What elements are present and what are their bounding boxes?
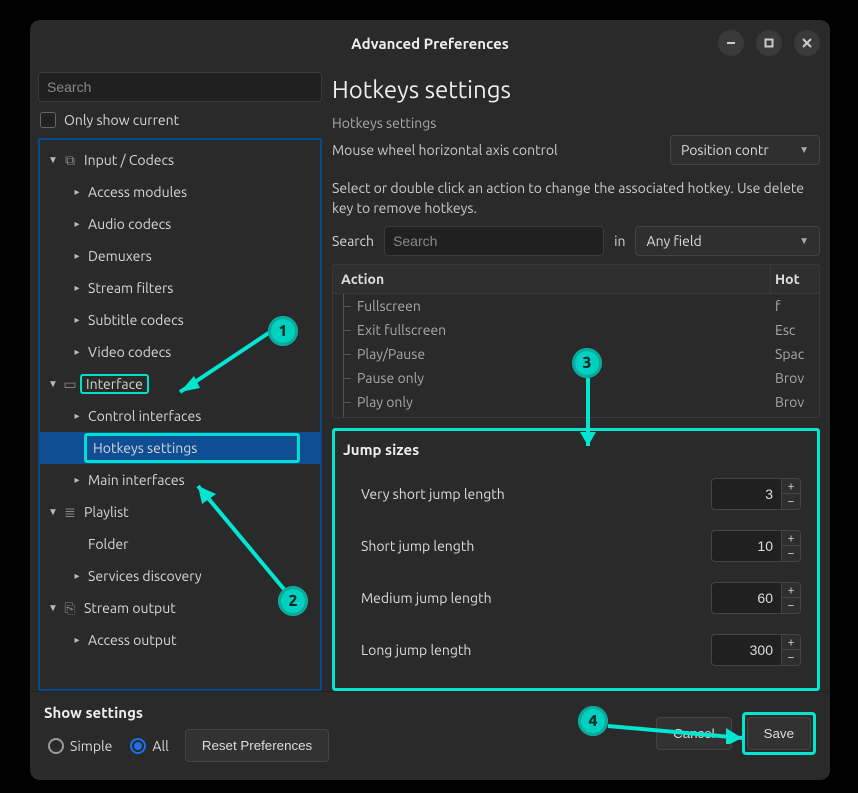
- minimize-button[interactable]: [718, 30, 744, 56]
- tree-item-playlist[interactable]: ▼ ≣ Playlist: [40, 496, 320, 528]
- tree-item-stream-filters[interactable]: ▸Stream filters: [40, 272, 320, 304]
- tree-item-control-interfaces[interactable]: ▸Control interfaces: [40, 400, 320, 432]
- radio-icon: [130, 738, 146, 754]
- tree-item-access-output[interactable]: ▸Access output: [40, 624, 320, 656]
- annotation-4-icon: 4: [578, 706, 608, 736]
- show-settings-radio-group: Simple All: [48, 738, 169, 754]
- minus-icon[interactable]: −: [782, 546, 800, 561]
- in-label: in: [614, 233, 625, 249]
- checkbox-icon: [40, 112, 56, 128]
- chevron-down-icon: ▼: [799, 235, 809, 247]
- close-button[interactable]: [794, 30, 820, 56]
- very-short-label: Very short jump length: [347, 486, 711, 502]
- table-row[interactable]: Play onlyBrov: [333, 390, 819, 414]
- codecs-icon: ⧉: [60, 152, 80, 169]
- tree-item-input-codecs[interactable]: ▼ ⧉ Input / Codecs: [40, 144, 320, 176]
- jump-sizes-title: Jump sizes: [343, 441, 805, 468]
- sidebar-search-input[interactable]: [38, 72, 322, 102]
- minus-icon[interactable]: −: [782, 650, 800, 665]
- hotkeys-table: Action Hot Fullscreenf Exit fullscreenEs…: [332, 264, 820, 418]
- footer: Show settings Simple All Reset Preferenc…: [30, 691, 830, 780]
- column-hotkey[interactable]: Hot: [771, 265, 819, 293]
- tree-item-audio-codecs[interactable]: ▸Audio codecs: [40, 208, 320, 240]
- long-label: Long jump length: [347, 642, 711, 658]
- table-row[interactable]: Faster+: [333, 414, 819, 418]
- tree-item-hotkeys-label: Hotkeys settings: [84, 433, 300, 463]
- long-input[interactable]: [711, 634, 781, 666]
- radio-all[interactable]: All: [130, 738, 168, 754]
- chevron-down-icon: ▼: [799, 144, 809, 156]
- very-short-spinner[interactable]: +−: [711, 478, 801, 510]
- interface-icon: ▭: [60, 376, 80, 393]
- tree-item-access-modules[interactable]: ▸Access modules: [40, 176, 320, 208]
- plus-icon[interactable]: +: [782, 531, 800, 546]
- page-title: Hotkeys settings: [332, 72, 820, 115]
- plus-icon[interactable]: +: [782, 479, 800, 494]
- show-settings-label: Show settings: [44, 704, 329, 721]
- annotation-1-icon: 1: [268, 316, 298, 346]
- tree-item-hotkeys-settings[interactable]: Hotkeys settings: [40, 432, 320, 464]
- window-title: Advanced Preferences: [351, 35, 509, 52]
- mouse-wheel-select[interactable]: Position contr ▼: [670, 135, 820, 165]
- hotkeys-search-input[interactable]: [384, 226, 604, 256]
- tree-item-main-interfaces[interactable]: ▸Main interfaces: [40, 464, 320, 496]
- short-spinner[interactable]: +−: [711, 530, 801, 562]
- radio-simple[interactable]: Simple: [48, 738, 112, 754]
- tree-item-interface-label: Interface: [80, 374, 149, 394]
- only-show-current-label: Only show current: [64, 112, 179, 128]
- plus-icon[interactable]: +: [782, 635, 800, 650]
- reset-preferences-button[interactable]: Reset Preferences: [185, 729, 329, 762]
- maximize-button[interactable]: [756, 30, 782, 56]
- settings-panel: Hotkeys settings Hotkeys settings Mouse …: [330, 66, 830, 691]
- annotation-2-icon: 2: [278, 586, 308, 616]
- instruction-text: Select or double click an action to chan…: [332, 169, 820, 226]
- very-short-input[interactable]: [711, 478, 781, 510]
- short-label: Short jump length: [347, 538, 711, 554]
- medium-label: Medium jump length: [347, 590, 711, 606]
- table-row[interactable]: Exit fullscreenEsc: [333, 318, 819, 342]
- plus-icon[interactable]: +: [782, 583, 800, 598]
- medium-input[interactable]: [711, 582, 781, 614]
- subtitle: Hotkeys settings: [332, 115, 436, 131]
- only-show-current-checkbox[interactable]: Only show current: [38, 102, 322, 138]
- save-button[interactable]: Save: [747, 717, 811, 750]
- preferences-window: Advanced Preferences Only show current ▼…: [30, 20, 830, 780]
- table-row[interactable]: Fullscreenf: [333, 294, 819, 318]
- annotation-3-icon: 3: [572, 348, 602, 378]
- radio-icon: [48, 738, 64, 754]
- tree-item-demuxers[interactable]: ▸Demuxers: [40, 240, 320, 272]
- minus-icon[interactable]: −: [782, 494, 800, 509]
- mouse-wheel-label: Mouse wheel horizontal axis control: [332, 142, 660, 158]
- tree-item-interface[interactable]: ▼ ▭ Interface: [40, 368, 320, 400]
- medium-spinner[interactable]: +−: [711, 582, 801, 614]
- stream-output-icon: ⎘: [60, 600, 80, 617]
- short-input[interactable]: [711, 530, 781, 562]
- hotkeys-search-label: Search: [332, 233, 374, 249]
- column-action[interactable]: Action: [333, 265, 771, 293]
- cancel-button[interactable]: Cancel: [656, 717, 732, 750]
- jump-sizes-section: Jump sizes Very short jump length +− Sho…: [332, 428, 820, 691]
- search-field-select[interactable]: Any field ▼: [635, 226, 820, 256]
- tree-item-folder[interactable]: Folder: [40, 528, 320, 560]
- long-spinner[interactable]: +−: [711, 634, 801, 666]
- titlebar: Advanced Preferences: [30, 20, 830, 66]
- playlist-icon: ≣: [60, 504, 80, 521]
- minus-icon[interactable]: −: [782, 598, 800, 613]
